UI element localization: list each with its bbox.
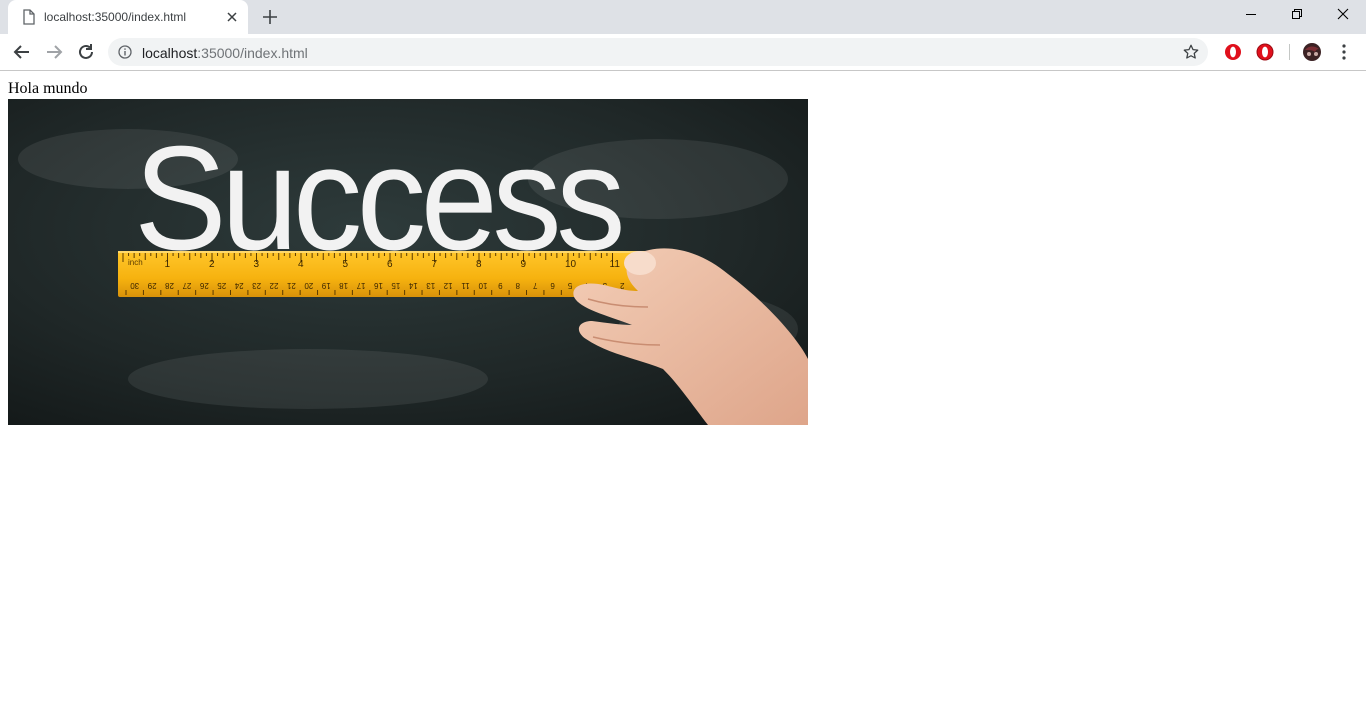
ruler-cm-label: 18 xyxy=(339,281,348,290)
ruler-cm-label: 22 xyxy=(269,281,278,290)
ruler-cm-label: 2 xyxy=(620,281,625,290)
bookmark-star-icon[interactable] xyxy=(1182,43,1200,61)
success-ruler-image: Success inch 1 2 3 4 5 6 7 8 9 10 11 30 29 28 27 26 25 2… xyxy=(8,99,808,425)
browser-toolbar: localhost:35000/index.html xyxy=(0,34,1366,71)
minimize-icon xyxy=(1246,14,1256,15)
ruler-inch-label: 9 xyxy=(521,259,527,270)
ruler-cm-label: 12 xyxy=(443,281,452,290)
page-content: Hola mundo Success inch 1 2 3 4 5 6 7 8 … xyxy=(0,71,1366,728)
more-menu-icon[interactable] xyxy=(1336,42,1352,62)
ruler-cm-label: 19 xyxy=(321,281,330,290)
ruler-inch-label: 5 xyxy=(343,259,349,270)
tab-active[interactable]: localhost:35000/index.html xyxy=(8,0,248,34)
restore-button[interactable] xyxy=(1274,0,1320,30)
reload-icon[interactable] xyxy=(74,40,98,64)
profile-avatar-icon[interactable] xyxy=(1301,42,1323,62)
ruler-cm-label: 25 xyxy=(217,281,226,290)
ruler-cm-label: 16 xyxy=(374,281,383,290)
minimize-button[interactable] xyxy=(1228,0,1274,30)
ruler-cm-label: 17 xyxy=(356,281,365,290)
document-icon xyxy=(23,9,35,25)
ruler-cm-label: 14 xyxy=(408,281,417,290)
ruler-inch-label: 6 xyxy=(387,259,393,270)
ruler-cm-label: 28 xyxy=(165,281,174,290)
ruler-inch-label: 7 xyxy=(432,259,438,270)
close-window-icon xyxy=(1337,8,1349,20)
info-icon[interactable] xyxy=(118,45,132,59)
forward-icon[interactable] xyxy=(42,40,66,64)
close-window-button[interactable] xyxy=(1320,0,1366,30)
address-text[interactable]: localhost:35000/index.html xyxy=(142,45,308,61)
ruler-inch-label: 8 xyxy=(476,259,482,270)
ruler-cm-label: 27 xyxy=(182,281,191,290)
address-bar[interactable]: localhost:35000/index.html xyxy=(108,38,1208,66)
ruler-cm-label: 29 xyxy=(147,281,156,290)
back-icon[interactable] xyxy=(10,40,34,64)
tab-title: localhost:35000/index.html xyxy=(44,10,187,24)
ruler-cm-label: 7 xyxy=(532,281,537,290)
tab-strip: localhost:35000/index.html xyxy=(0,0,1366,34)
ruler-inch-label: 1 xyxy=(165,259,171,270)
ruler-cm-label: 15 xyxy=(391,281,400,290)
toolbar-separator xyxy=(1289,44,1290,60)
ruler-inch-label: 10 xyxy=(565,259,577,270)
opera-extension-icon[interactable] xyxy=(1223,42,1243,62)
ruler-cm-label: 30 xyxy=(130,281,139,290)
ruler-inch-label: 3 xyxy=(254,259,260,270)
ruler-cm-label: 5 xyxy=(567,281,572,290)
browser-chrome: localhost:35000/index.html localhost:350… xyxy=(0,0,1366,71)
ruler-cm-label: 21 xyxy=(286,281,295,290)
new-tab-icon[interactable] xyxy=(260,7,280,27)
ruler-cm-label: 8 xyxy=(515,281,520,290)
ruler-inch-label: 4 xyxy=(298,259,304,270)
ruler-cm-label: 13 xyxy=(426,281,435,290)
ruler-cm-label: 26 xyxy=(199,281,208,290)
url-host: localhost xyxy=(142,45,198,61)
ruler-cm-label: 10 xyxy=(478,281,487,290)
restore-icon xyxy=(1292,9,1302,19)
greeting-text: Hola mundo xyxy=(8,80,88,97)
ruler-cm-label: 23 xyxy=(252,281,261,290)
ruler-cm-label: 6 xyxy=(550,281,555,290)
opera-vpn-extension-icon[interactable] xyxy=(1255,42,1275,62)
ruler-unit-label: inch xyxy=(128,258,143,267)
ruler-cm-label: 11 xyxy=(461,281,470,290)
ruler-inch-label: 2 xyxy=(209,259,215,270)
ruler-cm-label: 24 xyxy=(234,281,243,290)
ruler-cm-label: 9 xyxy=(498,281,503,290)
close-tab-icon[interactable] xyxy=(224,9,240,25)
ruler-cm-label: 20 xyxy=(304,281,313,290)
ruler-inch-label: 11 xyxy=(610,259,621,270)
url-path: :35000/index.html xyxy=(197,45,308,61)
